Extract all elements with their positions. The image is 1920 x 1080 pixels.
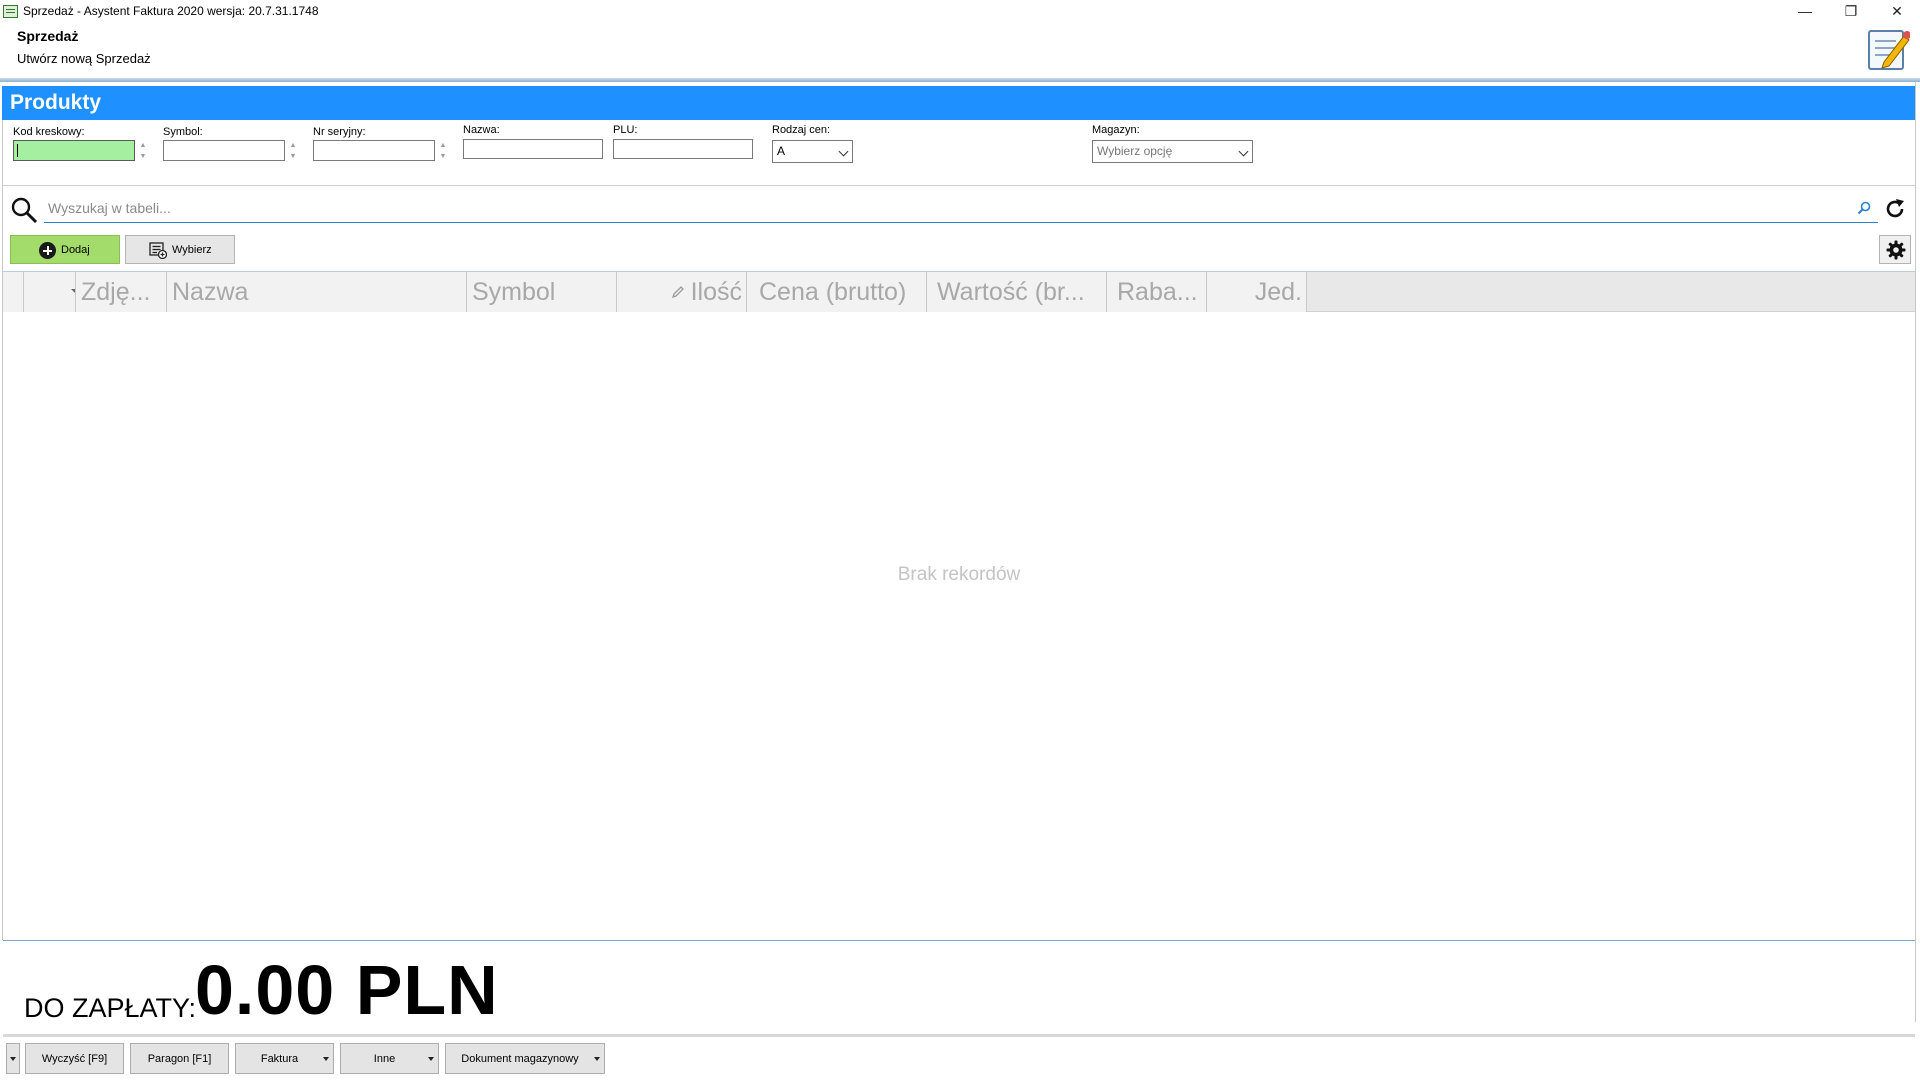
- price-type-label: Rodzaj cen:: [772, 124, 831, 136]
- grid-settings-button[interactable]: [1879, 235, 1911, 264]
- app-icon: [3, 4, 18, 18]
- warehouse-label: Magazyn:: [1092, 124, 1140, 136]
- plu-input[interactable]: [613, 139, 753, 159]
- close-button[interactable]: ✕: [1874, 0, 1920, 22]
- other-button-label: Inne: [373, 1052, 396, 1065]
- price-type-select[interactable]: A: [772, 140, 853, 163]
- serial-number-spinner[interactable]: ▲ ▼: [437, 141, 449, 162]
- restore-icon: ❐: [1844, 2, 1858, 19]
- column-header-discount[interactable]: Raba...: [1107, 272, 1207, 312]
- header-divider: [0, 78, 1920, 82]
- text-caret: [17, 144, 18, 157]
- search-placeholder: Wyszukaj w tabeli...: [48, 200, 171, 216]
- add-button[interactable]: Dodaj: [10, 235, 120, 264]
- serial-number-label: Nr seryjny:: [313, 126, 366, 138]
- add-button-label: Dodaj: [61, 243, 90, 256]
- close-icon: ✕: [1891, 2, 1903, 19]
- title-bar: Sprzedaż - Asystent Faktura 2020 wersja:…: [0, 0, 1920, 22]
- column-header-photo[interactable]: Zdję...: [76, 272, 167, 312]
- footer-divider: [3, 1034, 1915, 1037]
- page-title: Sprzedaż: [17, 28, 79, 44]
- symbol-input[interactable]: [163, 140, 285, 161]
- warehouse-select[interactable]: Wybierz opcję: [1092, 140, 1253, 163]
- plu-label: PLU:: [613, 124, 638, 136]
- barcode-input[interactable]: [13, 140, 135, 161]
- warehouse-placeholder: Wybierz opcję: [1097, 144, 1173, 158]
- column-header-quantity-label: Ilość: [690, 278, 742, 306]
- refresh-icon[interactable]: [1883, 197, 1907, 221]
- total-due-value: 0.00 PLN: [195, 951, 499, 1029]
- edit-document-icon: [1868, 30, 1910, 70]
- total-due-label: DO ZAPŁATY:: [24, 993, 197, 1023]
- column-header-symbol[interactable]: Symbol: [467, 272, 617, 312]
- chevron-down-icon: [838, 146, 849, 157]
- panel-border-right: [1915, 82, 1916, 1022]
- invoice-button[interactable]: Faktura: [235, 1043, 334, 1074]
- clear-button-label: Wyczyść [F9]: [41, 1052, 108, 1065]
- column-header-quantity[interactable]: Ilość: [617, 272, 747, 312]
- symbol-label: Symbol:: [163, 126, 203, 138]
- warehouse-document-button[interactable]: Dokument magazynowy: [445, 1043, 605, 1074]
- column-header-unit[interactable]: Jed.: [1207, 272, 1307, 312]
- other-button[interactable]: Inne: [340, 1043, 439, 1074]
- grid-bottom-border: [3, 940, 1915, 941]
- clear-button[interactable]: Wyczyść [F9]: [25, 1043, 124, 1074]
- serial-number-input[interactable]: [313, 140, 435, 161]
- row-indicator-column: [3, 272, 24, 312]
- table-header: Zdję... Nazwa Symbol Ilość Cena (brutto)…: [3, 272, 1915, 312]
- caret-down-icon: [428, 1057, 434, 1061]
- search-icon: [11, 197, 38, 224]
- section-header-products: Produkty: [2, 86, 1915, 120]
- plus-circle-icon: [39, 242, 56, 259]
- receipt-button-label: Paragon [F1]: [147, 1052, 212, 1065]
- window-title: Sprzedaż - Asystent Faktura 2020 wersja:…: [23, 4, 319, 18]
- receipt-button[interactable]: Paragon [F1]: [130, 1043, 229, 1074]
- chevron-down-icon: [1238, 146, 1249, 157]
- filters-divider: [3, 185, 1915, 186]
- column-header-name[interactable]: Nazwa: [167, 272, 467, 312]
- minimize-icon: —: [1798, 3, 1812, 19]
- column-chooser[interactable]: [24, 272, 76, 312]
- empty-table-message: Brak rekordów: [897, 564, 1021, 585]
- name-label: Nazwa:: [463, 124, 500, 136]
- gear-icon: [1886, 240, 1906, 260]
- page-subtitle: Utwórz nową Sprzedaż: [17, 51, 151, 66]
- window-controls: — ❐ ✕: [1782, 0, 1920, 22]
- caret-down-icon: [594, 1057, 600, 1061]
- minimize-button[interactable]: —: [1782, 0, 1828, 22]
- table-search-input[interactable]: Wyszukaj w tabeli...: [44, 195, 1878, 223]
- search-submit-icon[interactable]: [1857, 201, 1871, 215]
- price-type-value: A: [777, 144, 786, 158]
- name-input[interactable]: [463, 139, 603, 159]
- barcode-spinner[interactable]: ▲ ▼: [137, 141, 149, 162]
- restore-button[interactable]: ❐: [1828, 0, 1874, 22]
- pencil-icon: [671, 286, 684, 299]
- caret-down-icon: [323, 1057, 329, 1061]
- app-window: Sprzedaż - Asystent Faktura 2020 wersja:…: [0, 0, 1920, 1080]
- select-button-label: Wybierz: [172, 244, 212, 256]
- column-header-gross-value[interactable]: Wartość (br...: [927, 272, 1107, 312]
- panel-border-left: [2, 120, 3, 940]
- column-header-gross-price[interactable]: Cena (brutto): [747, 272, 927, 312]
- bottom-menu-toggle[interactable]: [6, 1043, 20, 1074]
- symbol-spinner[interactable]: ▲ ▼: [287, 141, 299, 162]
- barcode-label: Kod kreskowy:: [13, 126, 85, 138]
- warehouse-document-button-label: Dokument magazynowy: [461, 1052, 579, 1065]
- select-button[interactable]: Wybierz: [125, 235, 235, 264]
- list-select-icon: [149, 242, 167, 259]
- caret-down-icon: [10, 1057, 16, 1061]
- invoice-button-label: Faktura: [260, 1052, 299, 1065]
